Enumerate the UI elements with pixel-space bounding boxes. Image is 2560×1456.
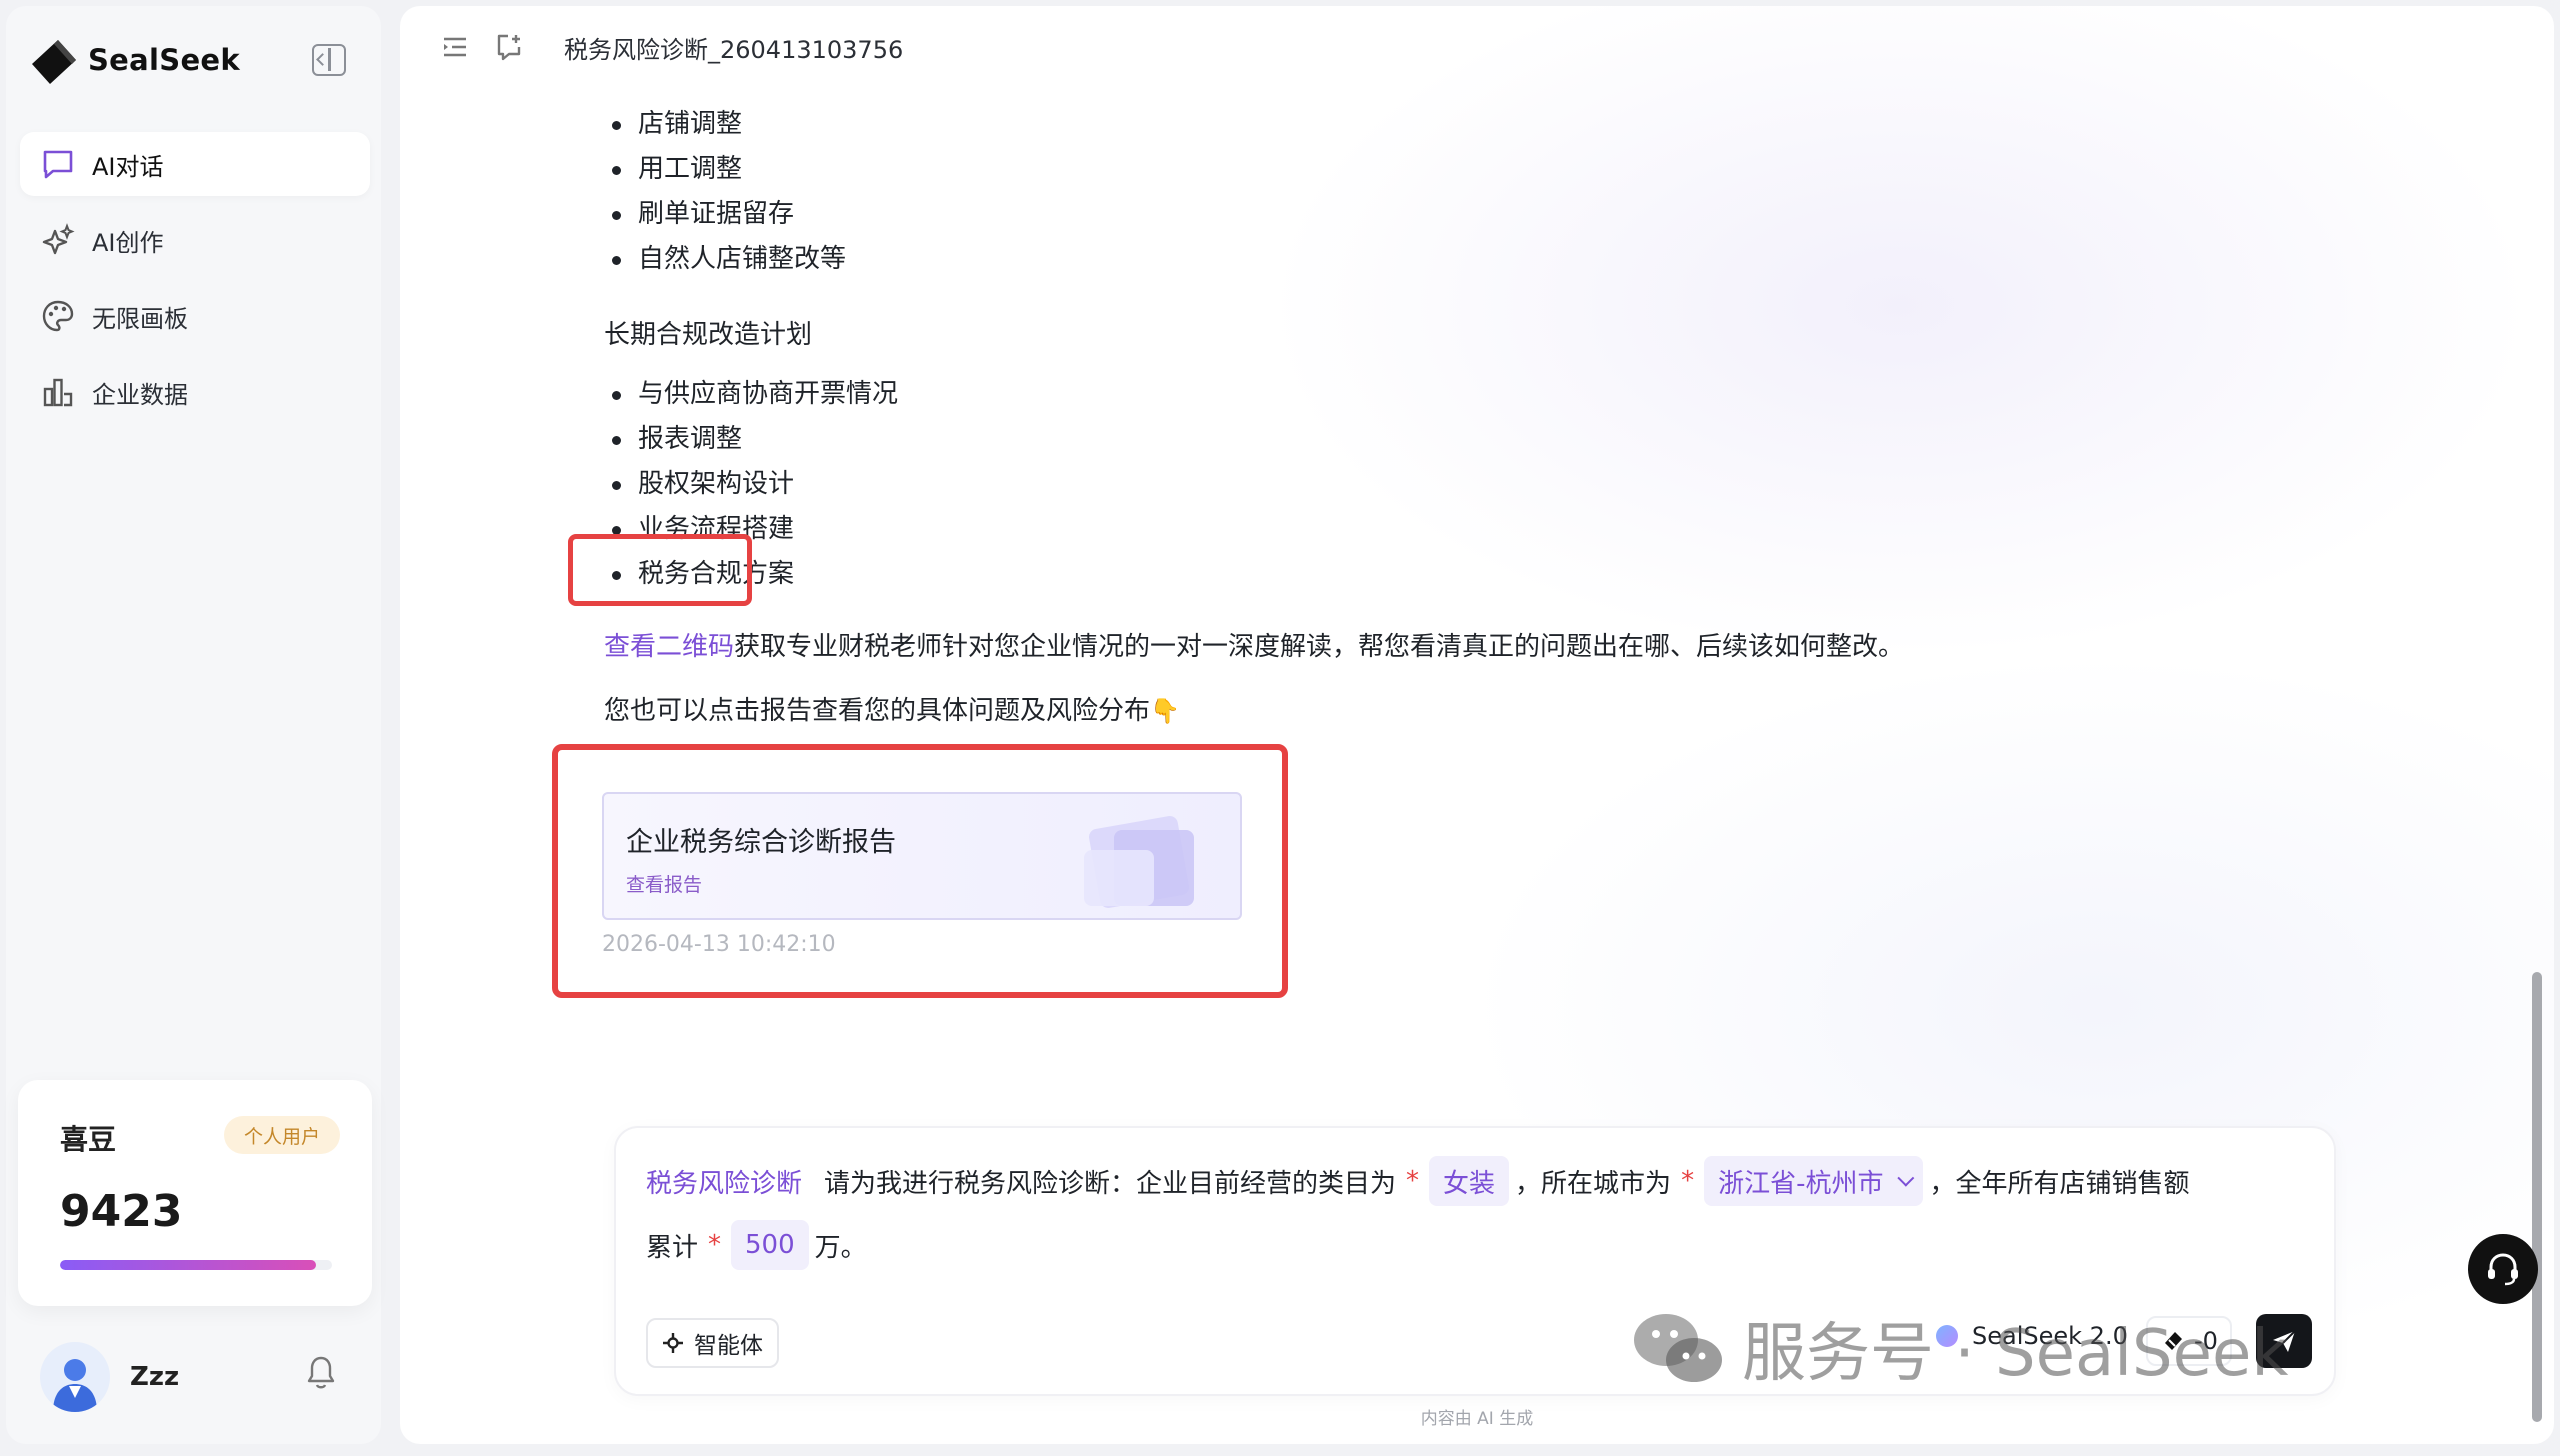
user-type-badge: 个人用户: [224, 1116, 341, 1154]
qr-paragraph: 查看二维码 获取专业财税老师针对您企业情况的一对一深度解读，帮您看清真正的问题出…: [604, 626, 1904, 663]
agent-button-label: 智能体: [694, 1333, 763, 1359]
prompt-text: 请为我进行税务风险诊断：企业目前经营的类目为: [824, 1168, 1397, 1199]
new-chat-icon[interactable]: [494, 32, 524, 62]
city-value: 浙江省-杭州市: [1718, 1168, 1884, 1199]
report-title: 企业税务综合诊断报告: [626, 827, 896, 858]
brand-name: SealSeek: [88, 43, 240, 77]
chat-composer[interactable]: 税务风险诊断 请为我进行税务风险诊断：企业目前经营的类目为 * 女装 ，所在城市…: [614, 1126, 2336, 1396]
model-name: SealSeek 2.0: [1972, 1322, 2128, 1350]
prompt-text: 累计: [646, 1232, 699, 1263]
skill-tag[interactable]: 税务风险诊断: [646, 1163, 802, 1200]
sidebar-item-label: 企业数据: [92, 380, 188, 409]
user-name: Zzz: [130, 1362, 180, 1392]
category-input[interactable]: 女装: [1429, 1156, 1510, 1206]
short-term-list: 店铺调整 用工调整 刷单证据留存 自然人店铺整改等: [604, 102, 846, 282]
sidebar-item-ai-create[interactable]: AI创作: [20, 208, 370, 272]
credits-progress-bar: [60, 1260, 332, 1270]
chat-title: 税务风险诊断_260413103756: [564, 36, 904, 64]
required-marker: *: [1406, 1166, 1420, 1196]
composer-prompt-line: 税务风险诊断 请为我进行税务风险诊断：企业目前经营的类目为 * 女装 ，所在城市…: [646, 1156, 2189, 1206]
report-hint: 您也可以点击报告查看您的具体问题及风险分布👇: [604, 690, 1180, 727]
list-item: 报表调整: [604, 417, 898, 462]
list-item: 用工调整: [604, 147, 846, 192]
sidebar-item-label: AI创作: [92, 228, 164, 257]
scrollbar[interactable]: [2532, 972, 2542, 1422]
bell-icon[interactable]: [304, 1354, 338, 1392]
list-item: 与供应商协商开票情况: [604, 372, 898, 417]
clipped-text-line: •: [638, 78, 1038, 92]
sidebar-item-enterprise-data[interactable]: 企业数据: [20, 360, 370, 424]
headset-icon: [2488, 1253, 2518, 1286]
avatar: [40, 1342, 110, 1412]
agent-button[interactable]: 智能体: [646, 1318, 779, 1368]
report-card[interactable]: 企业税务综合诊断报告 查看报告: [602, 792, 1242, 920]
list-item: 刷单证据留存: [604, 192, 846, 237]
highlight-annotation-box: [568, 534, 752, 606]
chevron-down-icon: [1897, 1169, 1915, 1187]
credit-icon: [2165, 1332, 2182, 1350]
sidebar: SealSeek AI对话 AI创作 无限画板 企业数据 喜豆 个人用户 942…: [6, 6, 381, 1444]
report-illustration-icon: [1084, 816, 1194, 908]
credits-title: 喜豆: [60, 1123, 117, 1156]
model-select[interactable]: SealSeek 2.0: [1936, 1322, 2128, 1350]
credit-cost-badge: -0: [2146, 1316, 2232, 1366]
composer-prompt-line: 累计 * 500 万。: [646, 1220, 867, 1270]
required-marker: *: [708, 1230, 722, 1260]
view-qr-code-link[interactable]: 查看二维码: [604, 626, 734, 663]
sealseek-logo-icon: [32, 40, 76, 84]
prompt-text: ，全年所有店铺销售额: [1929, 1168, 2190, 1199]
menu-list-icon[interactable]: [440, 32, 470, 62]
report-hint-text: 您也可以点击报告查看您的具体问题及风险分布: [604, 696, 1151, 726]
sales-amount-input[interactable]: 500: [731, 1220, 809, 1270]
model-logo-icon: [1936, 1325, 1958, 1347]
sidebar-item-label: AI对话: [92, 152, 164, 181]
view-report-link[interactable]: 查看报告: [626, 870, 702, 897]
main-panel: 税务风险诊断_260413103756 • 店铺调整 用工调整 刷单证据留存 自…: [400, 6, 2554, 1444]
credits-progress-fill: [60, 1260, 316, 1270]
city-select[interactable]: 浙江省-杭州市: [1704, 1156, 1924, 1206]
required-marker: *: [1681, 1166, 1695, 1196]
credits-card[interactable]: 喜豆 个人用户 9423: [18, 1080, 372, 1306]
chat-icon: [40, 146, 76, 182]
list-item: 店铺调整: [604, 102, 846, 147]
sidebar-item-label: 无限画板: [92, 304, 188, 333]
message-timestamp: 2026-04-13 10:42:10: [602, 932, 836, 957]
sidebar-nav: AI对话 AI创作 无限画板 企业数据: [20, 132, 370, 436]
collapse-sidebar-icon[interactable]: [312, 44, 346, 76]
qr-description: 获取专业财税老师针对您企业情况的一对一深度解读，帮您看清真正的问题出在哪、后续该…: [734, 632, 1905, 662]
send-icon: [2273, 1330, 2296, 1352]
prompt-text: 万。: [814, 1232, 867, 1263]
bar-chart-icon: [40, 374, 76, 410]
section-heading: 长期合规改造计划: [604, 320, 813, 350]
user-profile[interactable]: Zzz: [40, 1342, 179, 1412]
customer-support-button[interactable]: [2468, 1234, 2538, 1304]
top-bar: 税务风险诊断_260413103756: [400, 6, 2554, 86]
sparkle-icon: [40, 222, 76, 258]
list-item: 股权架构设计: [604, 462, 898, 507]
sidebar-item-canvas[interactable]: 无限画板: [20, 284, 370, 348]
prompt-text: ，所在城市为: [1515, 1168, 1672, 1199]
list-item: 自然人店铺整改等: [604, 237, 846, 282]
pointing-down-icon: 👇: [1150, 697, 1180, 725]
ai-disclaimer: 内容由 AI 生成: [1420, 1409, 1534, 1429]
credit-cost-value: -0: [2194, 1327, 2218, 1355]
sidebar-item-ai-chat[interactable]: AI对话: [20, 132, 370, 196]
palette-icon: [40, 298, 76, 334]
agent-icon: [663, 1333, 683, 1353]
brand[interactable]: SealSeek: [28, 34, 240, 86]
send-button[interactable]: [2256, 1314, 2312, 1368]
credits-value: 9423: [60, 1186, 183, 1237]
user-avatar-icon: [53, 1359, 97, 1412]
